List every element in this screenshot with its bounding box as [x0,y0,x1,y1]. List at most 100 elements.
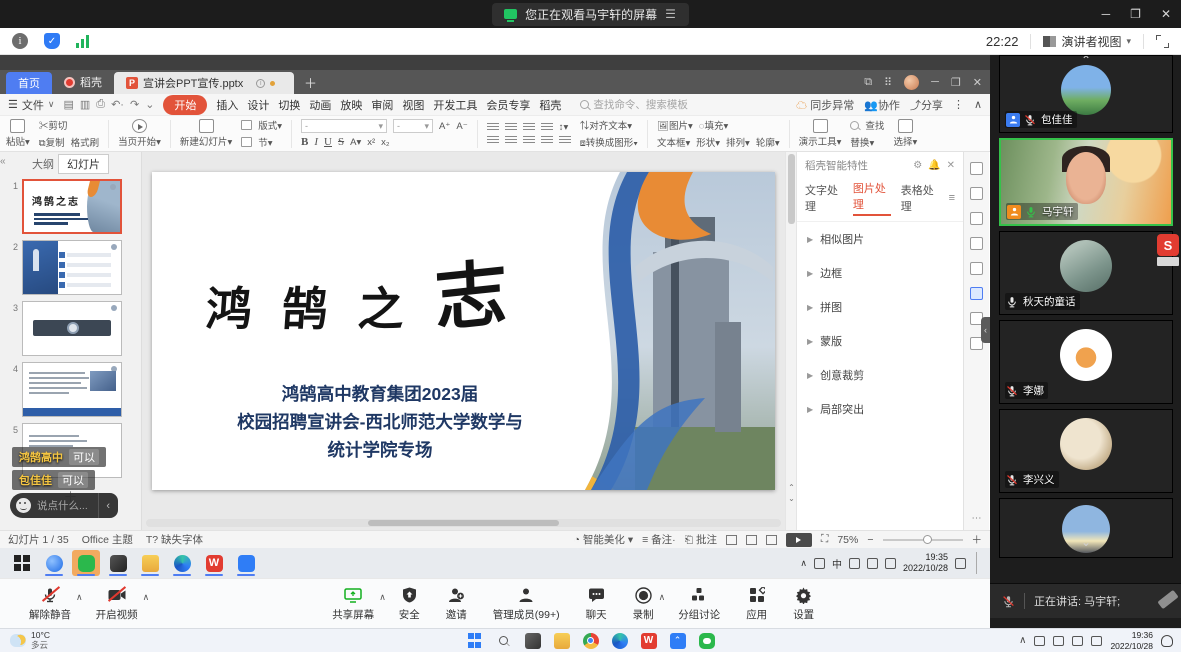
columns-icon[interactable] [559,136,571,145]
start-video-button[interactable]: 开启视频 [96,585,138,622]
meeting-info-icon[interactable]: i [12,33,28,49]
missing-font-warning[interactable]: T? 缺失字体 [146,532,203,547]
line-spacing-button[interactable]: ↕▾ [559,122,569,133]
superscript-button[interactable]: x² [367,137,375,148]
strip-tool-icon[interactable] [970,262,983,275]
participant-tile[interactable]: 秋天的童话 [999,231,1173,315]
docked-app-badge[interactable]: S [1157,234,1181,268]
notification-bell-icon[interactable] [1161,635,1173,647]
task-view-button[interactable] [525,633,541,649]
more-menu-icon[interactable]: ⋮ [953,98,964,111]
sorter-view-icon[interactable] [746,535,757,545]
security-button[interactable]: 安全 [399,585,420,622]
justify-icon[interactable] [541,136,553,145]
font-decrease-button[interactable]: A⁻ [456,121,467,132]
fullscreen-icon[interactable] [1156,35,1169,48]
file-explorer-icon[interactable] [554,633,570,649]
pane-tab-table[interactable]: 表格处理 [901,182,939,214]
taskbar-weather-widget[interactable]: 10°C多云 [0,631,50,651]
menu-member[interactable]: 会员专享 [486,97,530,113]
menu-start[interactable]: 开始 [163,95,207,115]
tab-home[interactable]: 首页 [6,72,52,94]
current-slide[interactable]: 鸿鹄之志 鸿鹄高中教育集团2023届 校园招聘宣讲会-西北师范大学数学与 统计学… [152,172,775,490]
menu-slideshow[interactable]: 放映 [340,97,362,113]
new-slide-button[interactable]: 新建幻灯片▾ [180,119,232,148]
chat-collapse-icon[interactable]: ‹ [98,493,118,518]
strip-tool-icon[interactable] [970,212,983,225]
tray-expand-icon[interactable]: ∧ [800,558,807,569]
system-clock[interactable]: 19:362022/10/28 [1110,630,1153,650]
pane-tab-text[interactable]: 文字处理 [805,182,843,214]
panel-collapse-icon[interactable]: « [0,156,6,167]
mic-tray-icon[interactable] [1034,636,1045,646]
screen-watch-banner[interactable]: 您正在观看马宇轩的屏幕 ☰ [492,3,689,26]
tray-expand-icon[interactable]: ∧ [1019,635,1026,646]
scrollbar-thumb[interactable] [788,154,795,224]
underline-button[interactable]: U [324,136,332,148]
tab-docer[interactable]: 稻壳 [52,70,114,94]
start-button[interactable] [467,633,483,649]
show-desktop-strip[interactable] [976,552,980,574]
taskbar-app-wps[interactable]: W [200,550,228,576]
align-right-icon[interactable] [523,136,535,145]
pane-item-creative-crop[interactable]: ▶创意裁剪 [797,358,963,392]
share-button[interactable]: ⤴分享 [910,97,943,113]
arrange-button[interactable]: 排列▾ [726,135,750,149]
smart-beautify-button[interactable]: ◔ 智能美化 ▾ [574,532,633,547]
battery-icon[interactable] [885,558,896,569]
more-icon[interactable]: ⌄ [145,98,154,111]
pane-close-icon[interactable]: ✕ [947,160,955,171]
indent-decrease-icon[interactable] [523,123,535,132]
menu-insert[interactable]: 插入 [216,97,238,113]
notification-icon[interactable] [955,558,966,569]
minimize-button[interactable]: ─ [1102,7,1111,21]
split-view-icon[interactable]: ⧉ [864,76,872,89]
menu-view[interactable]: 视图 [402,97,424,113]
undo-icon[interactable]: ↶· [111,98,124,111]
menu-docer[interactable]: 稻壳 [539,97,561,113]
pane-item-border[interactable]: ▶边框 [797,256,963,290]
font-size-select[interactable]: -▾ [393,119,433,133]
pane-tab-image[interactable]: 图片处理 [853,180,891,216]
manage-members-button[interactable]: 管理成员(99+) [493,585,560,622]
theme-name[interactable]: Office 主题 [82,532,133,547]
strip-more-icon[interactable]: ⋯ [972,513,982,524]
tab-slides[interactable]: 幻灯片 [58,154,109,174]
open-icon[interactable]: ▤ [63,98,73,111]
tray-icon[interactable] [814,558,825,569]
view-mode-selector[interactable]: 演讲者视图 ▾ [1043,33,1131,50]
my-mic-muted-icon[interactable] [1002,595,1015,608]
video-options-caret[interactable]: ∧ [143,592,150,603]
font-family-select[interactable]: -▾ [301,119,387,133]
settings-button[interactable]: 设置 [793,585,814,622]
security-shield-icon[interactable]: ✓ [44,33,60,49]
menu-animation[interactable]: 动画 [309,97,331,113]
participant-tile-partial[interactable]: ⌄ [999,498,1173,558]
fit-window-icon[interactable]: ⛶ [821,533,828,546]
slide-thumbnail-1[interactable]: 鸿鹄之志 [22,179,122,234]
bullet-list-icon[interactable] [487,123,499,132]
picture-button[interactable]: 🖼图片▾ [657,118,693,132]
record-options-caret[interactable]: ∧ [659,592,666,603]
convert-diagram-button[interactable]: ⧈转换成图形▾ [580,135,638,149]
share-screen-button[interactable]: 共享屏幕 [332,585,374,622]
taskbar-app-dark[interactable] [104,550,132,576]
wechat-icon[interactable] [699,633,715,649]
file-menu[interactable]: ☰ 文件 ∨ [8,97,54,113]
textbox-button[interactable]: 文本框▾ [657,135,690,149]
horizontal-scrollbar[interactable] [146,519,781,527]
layout-button[interactable]: 版式▾ [258,118,282,132]
strikethrough-button[interactable]: S [338,136,344,148]
collaborate-button[interactable]: 👥协作 [864,97,900,113]
reading-view-icon[interactable] [766,535,777,545]
strip-tool-icon-active[interactable] [970,287,983,300]
subscript-button[interactable]: x₂ [381,137,389,148]
font-increase-button[interactable]: A⁺ [439,121,450,132]
outline-button[interactable]: 轮廓▾ [756,135,780,149]
pane-tab-menu-icon[interactable]: ≡ [949,192,955,204]
new-tab-button[interactable]: ＋ [294,70,327,94]
save-icon[interactable]: ▥ [80,98,90,111]
menu-design[interactable]: 设计 [247,97,269,113]
close-button[interactable]: ✕ [1161,7,1171,21]
edge-icon[interactable] [612,633,628,649]
